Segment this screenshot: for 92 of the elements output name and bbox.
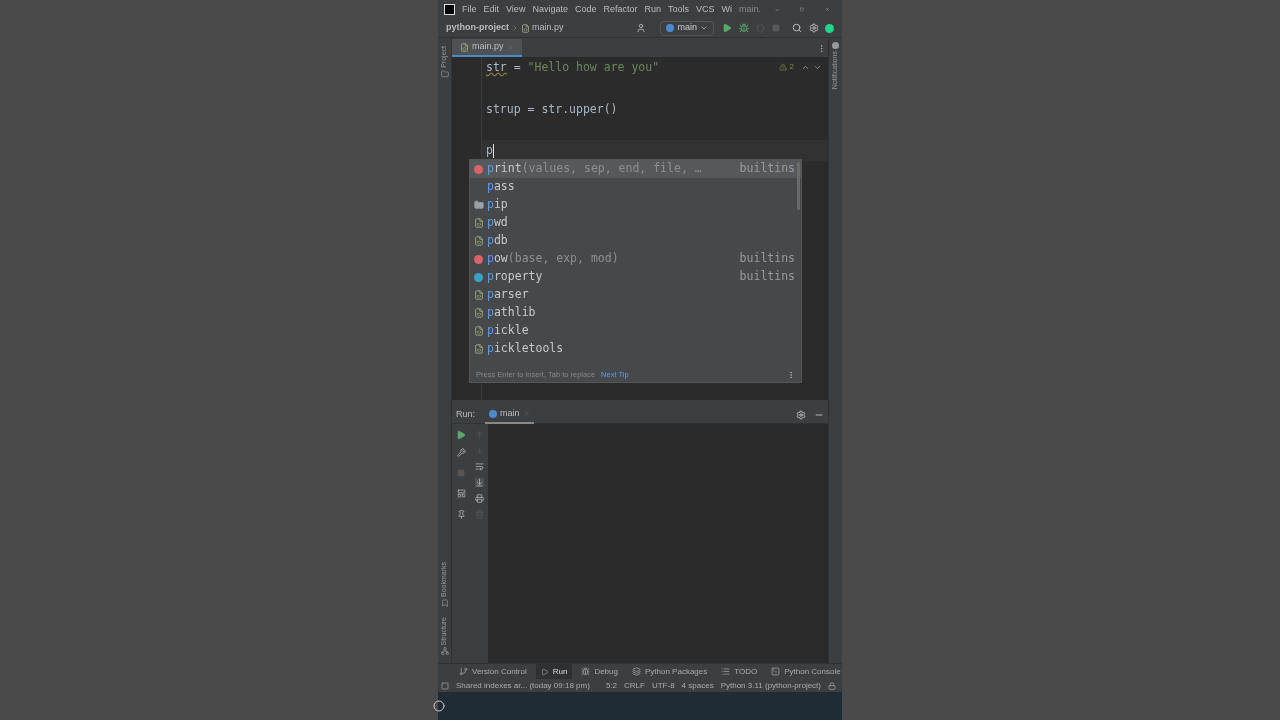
folder-icon <box>440 69 449 78</box>
menu-item[interactable]: Wi <box>721 2 732 17</box>
menu-item[interactable]: View <box>506 2 526 17</box>
status-message: Shared indexes ar... (today 09:18 pm) <box>456 679 590 692</box>
code-line: str = "Hello how are you" <box>486 59 660 76</box>
warning-count[interactable]: 2 <box>789 61 794 73</box>
editor-tab[interactable]: main.py <box>452 39 522 57</box>
status-item[interactable]: CRLF <box>624 679 645 692</box>
completion-item[interactable]: pwd <box>470 214 801 232</box>
scroll-to-end-icon[interactable] <box>474 478 484 487</box>
branch-icon <box>459 667 468 676</box>
wrench-icon[interactable] <box>456 448 466 457</box>
menu-item[interactable]: Edit <box>483 2 500 17</box>
window-title: main. <box>739 2 761 16</box>
play-icon <box>540 667 549 676</box>
lock-icon[interactable] <box>828 681 836 690</box>
python-file-icon <box>474 218 484 228</box>
function-icon <box>474 164 483 174</box>
status-item[interactable]: 4 spaces <box>681 679 714 692</box>
ide-logo-icon[interactable] <box>825 23 834 33</box>
panel-toggle-icon[interactable] <box>441 681 449 690</box>
layout-icon[interactable] <box>456 489 466 498</box>
code-line: strup = str.upper() <box>486 100 618 118</box>
completion-item[interactable]: pdb <box>470 232 801 250</box>
tool-window-tab[interactable]: Version Control <box>454 664 532 679</box>
pin-icon[interactable] <box>456 510 466 519</box>
layers-icon <box>631 667 641 676</box>
settings-icon[interactable] <box>796 409 806 420</box>
tool-window-tab[interactable]: Debug <box>576 664 623 679</box>
bug-icon <box>581 667 591 676</box>
completion-item[interactable]: property builtins <box>470 268 801 286</box>
settings-icon[interactable] <box>809 23 819 33</box>
function-icon <box>474 254 483 264</box>
completion-item[interactable]: pickle <box>470 322 801 340</box>
completion-item[interactable]: pass <box>470 178 801 196</box>
bookmark-icon <box>440 598 449 607</box>
print-icon[interactable] <box>474 494 484 503</box>
folder-icon <box>474 200 484 210</box>
app-logo-icon <box>444 4 455 15</box>
notifications-icon[interactable] <box>832 42 839 49</box>
status-item[interactable]: Python 3.11 (python-project) <box>720 679 821 692</box>
code-line: p <box>486 142 493 160</box>
python-file-icon <box>474 326 484 336</box>
project-breadcrumb[interactable]: python-project <box>446 21 509 35</box>
list-icon <box>721 667 731 676</box>
completion-item[interactable]: pathlib <box>470 304 801 322</box>
status-item[interactable]: 5:2 <box>605 679 618 692</box>
file-breadcrumb[interactable]: main.py <box>532 21 564 35</box>
debug-icon[interactable] <box>739 23 749 33</box>
run-icon[interactable] <box>722 23 732 33</box>
tool-window-tab[interactable]: TODO <box>716 664 763 679</box>
user-icon[interactable] <box>636 23 647 33</box>
completion-item[interactable]: pickletools <box>470 340 801 358</box>
menu-item[interactable]: Tools <box>667 2 689 17</box>
maximize-icon[interactable] <box>800 5 805 14</box>
menu-item[interactable]: Code <box>574 2 597 17</box>
python-file-icon <box>474 344 484 354</box>
python-file-icon <box>460 42 469 52</box>
completion-item[interactable]: pip <box>470 196 801 214</box>
menu-item[interactable]: Refactor <box>603 2 638 17</box>
tool-window-tab[interactable]: Python Packages <box>626 664 713 679</box>
taskbar-app-icon[interactable] <box>433 700 445 712</box>
separator-icon <box>511 24 519 32</box>
completion-item[interactable]: parser <box>470 286 801 304</box>
menu-item[interactable]: Run <box>644 2 661 17</box>
completion-item[interactable]: pow(base, exp, mod) builtins <box>470 250 801 268</box>
python-file-icon <box>521 23 530 33</box>
tool-window-tab[interactable]: Python Console <box>766 664 846 679</box>
caret-icon <box>700 24 708 32</box>
tool-window-tab[interactable]: Run <box>535 664 573 679</box>
python-file-icon <box>474 308 484 318</box>
text-caret <box>492 143 494 158</box>
python-file-icon <box>474 290 484 300</box>
status-item[interactable]: UTF-8 <box>651 679 675 692</box>
more-icon[interactable] <box>787 371 795 379</box>
search-icon[interactable] <box>792 23 802 33</box>
python-file-icon <box>474 236 484 246</box>
soft-wrap-icon[interactable] <box>474 462 484 471</box>
warning-icon[interactable] <box>778 63 787 71</box>
rerun-icon[interactable] <box>456 430 466 440</box>
run-panel-label: Run: <box>456 407 475 421</box>
menu-item[interactable]: VCS <box>696 2 715 17</box>
completion-item[interactable]: print(values, sep, end, file, … builtins <box>470 160 801 178</box>
python-icon <box>489 409 497 418</box>
console-icon <box>771 667 781 676</box>
menu-item[interactable]: Navigate <box>532 2 568 17</box>
structure-icon <box>440 647 449 655</box>
python-icon <box>666 24 675 32</box>
class-icon <box>474 272 483 282</box>
menu-item[interactable]: File <box>462 2 477 17</box>
more-icon[interactable] <box>817 44 826 53</box>
run-config-dropdown[interactable]: main <box>660 20 714 36</box>
